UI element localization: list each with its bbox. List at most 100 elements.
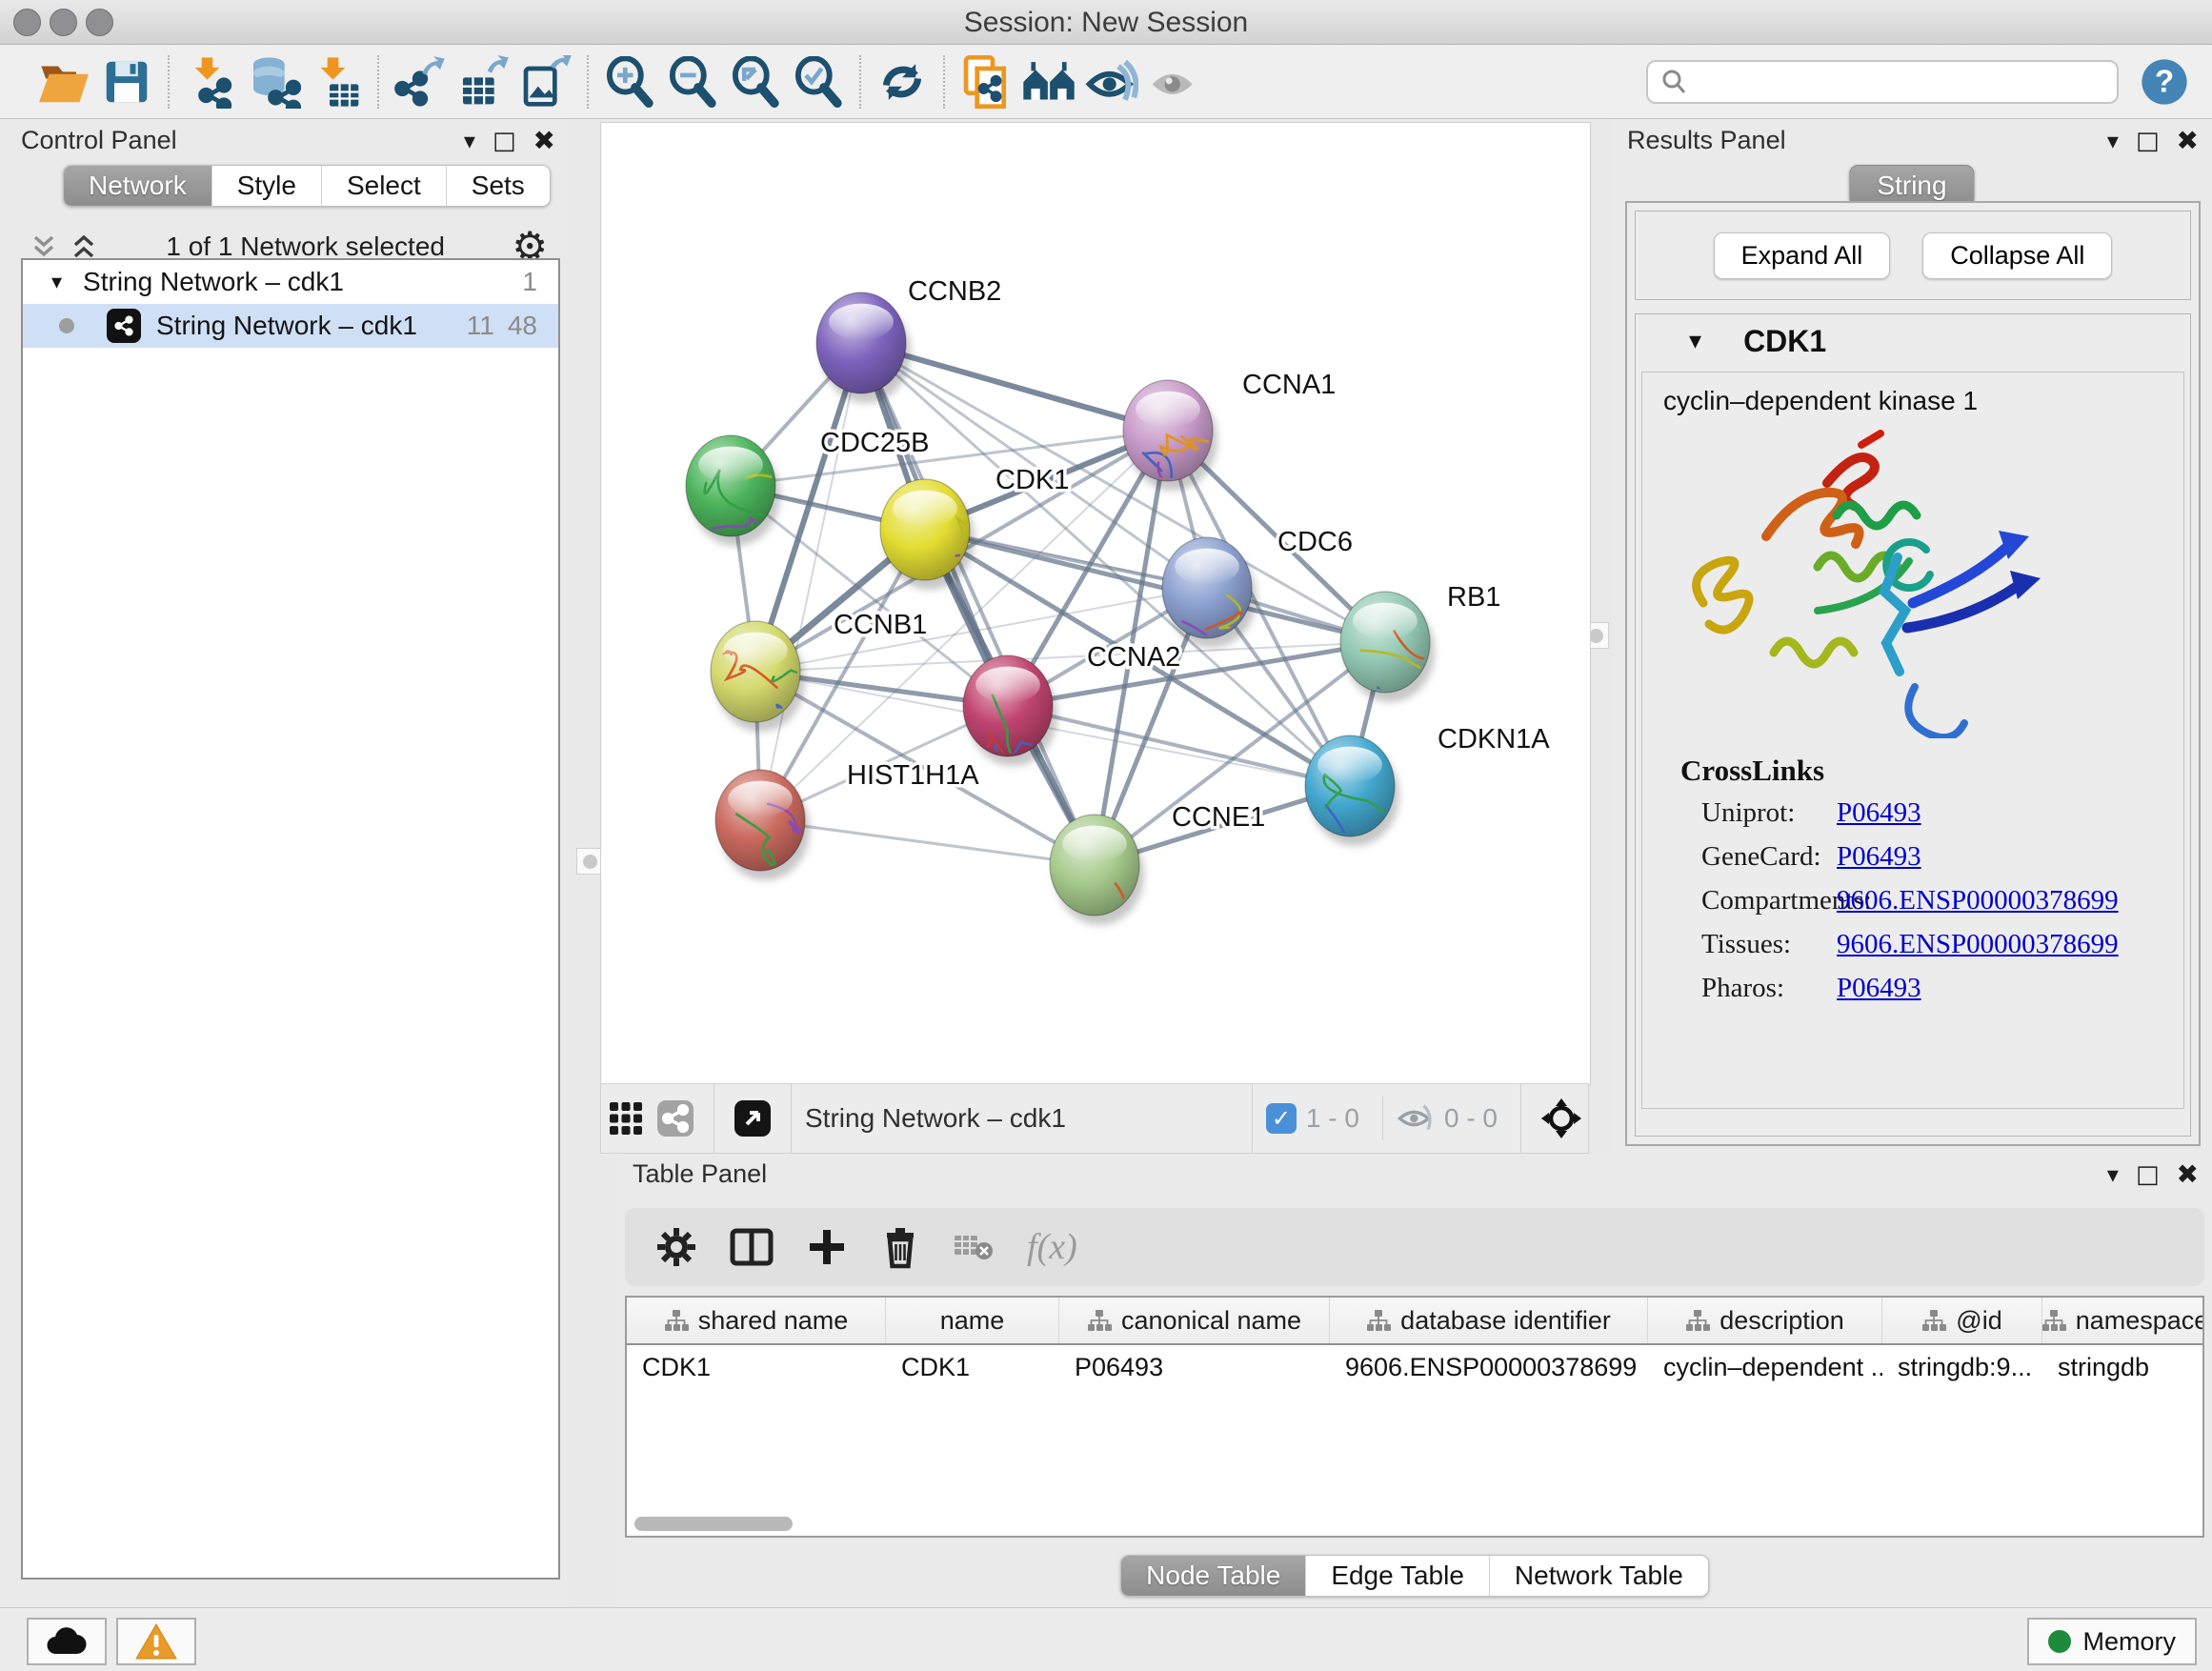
zoom-selected-icon[interactable] [787,50,850,113]
title-bar: Session: New Session [0,0,2212,45]
maximize-panel-icon[interactable]: □ [493,127,516,155]
collapse-all-button[interactable]: Collapse All [1922,232,2112,279]
table-cell[interactable]: stringdb [2042,1345,2204,1389]
edge-HIST1H1A-CCNE1[interactable] [760,820,1095,865]
zoom-fit-icon[interactable] [724,50,787,113]
node-CCNE1[interactable] [1050,815,1196,1006]
selected-nodes-checkbox[interactable]: ✓ [1266,1103,1297,1134]
apply-layout-icon[interactable] [871,50,934,113]
tab-node-table[interactable]: Node Table [1121,1556,1305,1596]
tab-network-table[interactable]: Network Table [1489,1556,1708,1596]
toolbar-separator [943,55,945,109]
table-row[interactable]: CDK1CDK1P064939606.ENSP00000378699cyclin… [627,1345,2202,1389]
tab-style[interactable]: Style [211,166,321,206]
table-cell[interactable]: 9606.ENSP00000378699 [1330,1345,1648,1389]
memory-button[interactable]: Memory [2027,1618,2197,1665]
search-input[interactable] [1688,66,2105,97]
close-panel-icon[interactable]: ✖ [2177,1158,2199,1190]
table-horizontal-scrollbar[interactable] [634,1517,793,1531]
crosslink-link[interactable]: 9606.ENSP00000378699 [1837,885,2119,916]
search-icon [1659,68,1688,96]
show-column-panel-icon[interactable] [730,1226,774,1268]
expand-all-button[interactable]: Expand All [1714,232,1891,279]
protein-expander-icon[interactable]: ▾ [1689,327,1701,355]
network-node-count: 11 [467,311,494,341]
control-panel-title: Control Panel [21,126,177,155]
crosslink-link[interactable]: P06493 [1837,841,1921,872]
import-network-file-icon[interactable] [179,50,242,113]
collection-expander-icon[interactable]: ▾ [51,271,62,294]
pan-crosshair-icon[interactable] [1535,1087,1588,1150]
close-panel-icon[interactable]: ✖ [533,125,555,156]
table-cell[interactable]: CDK1 [627,1345,886,1389]
zoom-out-icon[interactable] [661,50,724,113]
control-panel-tabs: Network Style Select Sets [63,165,551,207]
column-header-description[interactable]: description [1648,1298,1882,1343]
network-type-icon [107,309,141,343]
show-all-icon[interactable] [1143,50,1206,113]
tab-select[interactable]: Select [321,166,446,206]
maximize-panel-icon[interactable]: □ [2136,1160,2160,1189]
maximize-panel-icon[interactable]: □ [2136,127,2160,155]
import-network-database-icon[interactable] [242,50,305,113]
selected-counts: 1 - 0 [1306,1103,1359,1134]
close-panel-icon[interactable]: ✖ [2177,125,2199,156]
hide-selected-icon[interactable] [1080,50,1143,113]
protein-description: cyclin–dependent kinase 1 [1642,372,2183,416]
delete-column-icon[interactable] [880,1225,920,1269]
column-header-name[interactable]: name [886,1298,1059,1343]
network-edges [731,343,1385,865]
column-header-database-identifier[interactable]: database identifier [1330,1298,1648,1343]
warning-icon [135,1622,177,1661]
float-panel-icon[interactable]: ▾ [2107,128,2119,154]
toolbar-separator [377,55,379,109]
zoom-in-icon[interactable] [598,50,661,113]
first-neighbors-icon[interactable] [1017,50,1080,113]
export-network-icon[interactable] [389,50,452,113]
export-image-icon[interactable] [514,50,577,113]
export-table-icon[interactable] [452,50,514,113]
node-label-RB1: RB1 [1447,582,1500,613]
open-session-icon[interactable] [32,50,95,113]
column-header--id[interactable]: @id [1882,1298,2042,1343]
network-overview-icon[interactable] [651,1087,700,1150]
network-row[interactable]: String Network – cdk1 11 48 [23,304,558,348]
warnings-button[interactable] [116,1618,196,1665]
network-collection-row[interactable]: ▾ String Network – cdk1 1 [23,260,558,304]
network-canvas[interactable]: CCNB2CCNA1CDC25BCDK1CDC6RB1CCNB1CCNA2CDK… [600,122,1591,1085]
delete-table-icon[interactable] [953,1230,995,1264]
crosslink-link[interactable]: 9606.ENSP00000378699 [1837,929,2119,959]
cloud-icon [46,1626,88,1657]
new-network-from-selection-icon[interactable] [955,50,1017,113]
collection-count: 1 [522,267,537,297]
add-column-icon[interactable] [806,1226,848,1268]
crosslink-link[interactable]: P06493 [1837,797,1921,828]
table-cell[interactable]: stringdb:9... [1882,1345,2042,1389]
tab-sets[interactable]: Sets [446,166,550,206]
crosslink-link[interactable]: P06493 [1837,973,1921,1003]
export-view-icon[interactable] [728,1087,777,1150]
cloud-status-button[interactable] [27,1618,107,1665]
float-panel-icon[interactable]: ▾ [2107,1161,2119,1188]
birds-eye-view-icon[interactable] [601,1087,651,1150]
column-header-canonical-name[interactable]: canonical name [1059,1298,1330,1343]
table-cell[interactable]: P06493 [1059,1345,1330,1389]
node-CDKN1A[interactable] [1305,735,1472,921]
column-header-shared-name[interactable]: shared name [627,1298,886,1343]
function-builder-icon[interactable]: f(x) [1027,1226,1077,1268]
column-header-namespace[interactable]: namespace [2042,1298,2204,1343]
table-cell[interactable]: cyclin–dependent ... [1648,1345,1882,1389]
node-HIST1H1A[interactable] [715,770,871,969]
save-session-icon[interactable] [95,50,158,113]
table-settings-gear-icon[interactable] [655,1226,697,1268]
table-panel-title: Table Panel [633,1159,767,1189]
help-icon[interactable]: ? [2140,57,2189,107]
table-cell[interactable]: CDK1 [886,1345,1059,1389]
tab-network[interactable]: Network [64,166,211,206]
float-panel-icon[interactable]: ▾ [464,128,475,154]
tab-edge-table[interactable]: Edge Table [1305,1556,1489,1596]
left-splitter-handle[interactable] [576,848,603,875]
toolbar-search [1646,60,2119,104]
import-table-icon[interactable] [305,50,368,113]
edge-CCNB2-HIST1H1A[interactable] [760,343,861,820]
